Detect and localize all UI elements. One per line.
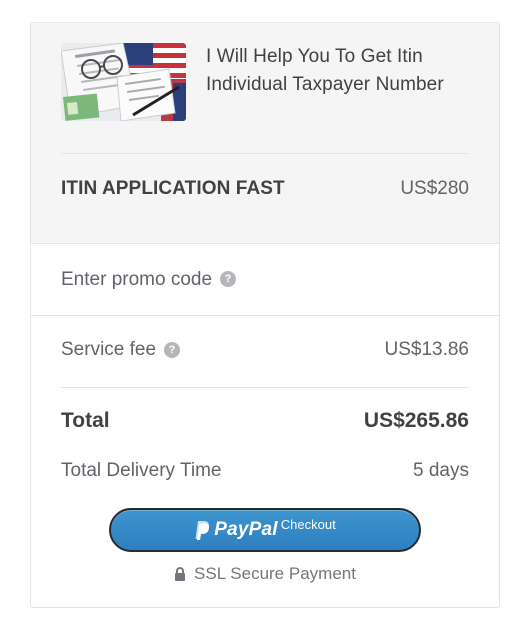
delivery-time-value: 5 days <box>413 460 469 481</box>
promo-code-link[interactable]: Enter promo code <box>61 269 212 291</box>
total-label: Total <box>61 409 110 432</box>
divider <box>61 387 469 388</box>
lock-icon <box>174 567 186 581</box>
paypal-brand-text: PayPal <box>214 519 278 540</box>
service-fee-row: Service fee? US$13.86 <box>61 335 469 365</box>
package-row: ITIN APPLICATION FAST US$280 <box>61 175 469 203</box>
order-summary-card: I Will Help You To Get Itin Individual T… <box>30 22 500 608</box>
package-name: ITIN APPLICATION FAST <box>61 178 285 199</box>
question-circle-icon[interactable]: ? <box>220 270 237 287</box>
ssl-secure-row: SSL Secure Payment <box>31 563 499 585</box>
gig-title[interactable]: I Will Help You To Get Itin Individual T… <box>206 43 471 99</box>
divider <box>61 153 469 154</box>
package-price: US$280 <box>400 178 469 199</box>
gig-summary-section: I Will Help You To Get Itin Individual T… <box>31 23 499 243</box>
promo-code-row[interactable]: Enter promo code ? <box>31 243 499 316</box>
question-circle-icon[interactable]: ? <box>164 341 181 358</box>
delivery-time-label: Total Delivery Time <box>61 460 222 481</box>
service-fee-price: US$13.86 <box>384 339 469 360</box>
delivery-time-row: Total Delivery Time 5 days <box>61 457 469 485</box>
service-fee-label: Service fee <box>61 339 157 360</box>
gig-info: I Will Help You To Get Itin Individual T… <box>61 43 471 149</box>
total-row: Total US$265.86 <box>61 405 469 437</box>
paypal-checkout-label: Checkout <box>280 516 336 532</box>
gig-thumbnail[interactable] <box>61 43 186 121</box>
ssl-secure-text: SSL Secure Payment <box>194 564 356 583</box>
total-price: US$265.86 <box>363 409 469 432</box>
paypal-logo-icon <box>194 520 210 540</box>
paypal-checkout-button[interactable]: PayPal Checkout <box>109 508 421 552</box>
itin-documents-photo <box>61 43 186 121</box>
